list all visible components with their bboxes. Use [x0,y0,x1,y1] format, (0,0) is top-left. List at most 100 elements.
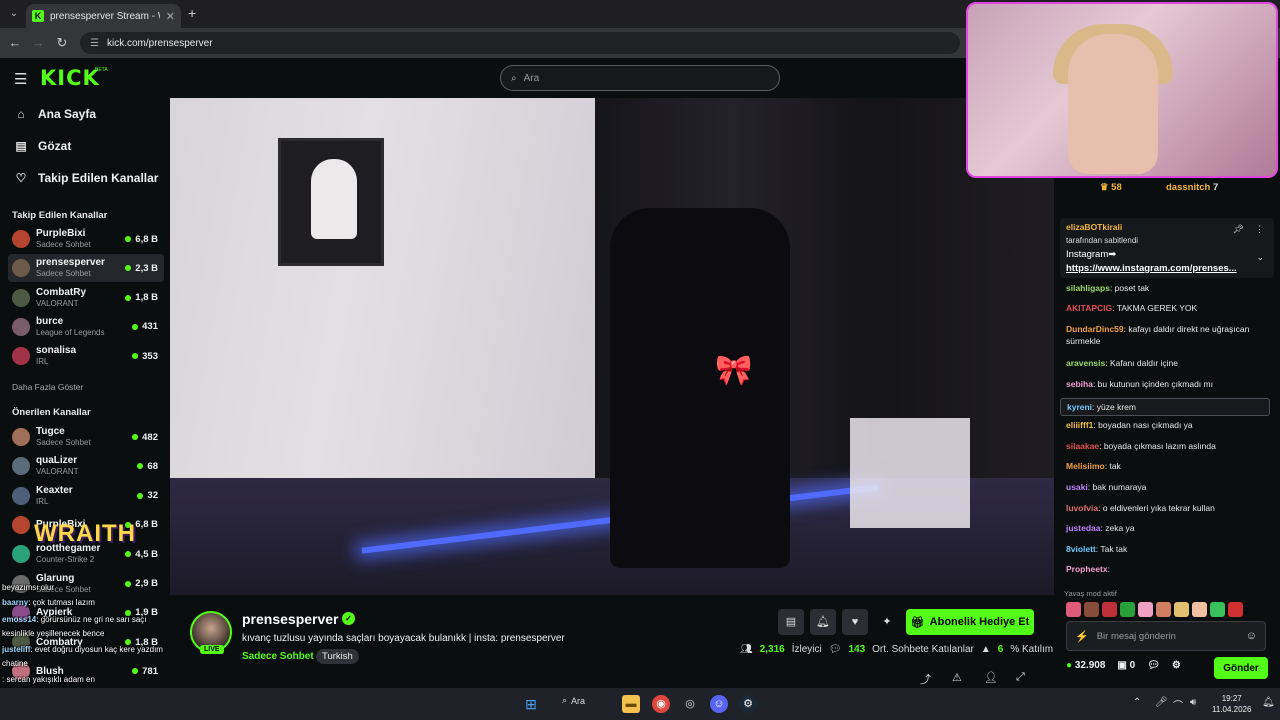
back-icon[interactable]: ← [7,35,23,50]
more-options-icon[interactable]: ⋮ [1255,224,1264,235]
sidebar-channel-item[interactable]: sonalisa IRL 353 [8,342,164,370]
theater-mode-icon[interactable]: ⤢ [1016,671,1025,684]
emote-icon[interactable] [1102,602,1117,617]
menu-icon[interactable]: ☰ [14,70,27,88]
emote-icon[interactable] [1138,602,1153,617]
chat-message-input[interactable]: ⚡ Bir mesaj gönderin ☺ [1066,621,1266,651]
overlay-text: : evet doğru diyosun kaç kere yazdım [30,645,163,654]
beta-badge: BETA [95,67,108,73]
emote-icon[interactable] [1228,602,1243,617]
windows-start-icon[interactable]: ⊞ [522,695,540,713]
tray-chevron-icon[interactable]: ⌃ [1133,697,1141,708]
notification-bell-icon[interactable]: 🔔︎ [1262,697,1275,708]
language-tag[interactable]: Turkish [316,649,359,664]
emote-icon[interactable] [1120,602,1135,617]
sidebar-channel-item[interactable]: CombatRy VALORANT 1,8 B [8,284,164,312]
chat-username[interactable]: sebiha [1066,379,1093,389]
chat-username[interactable]: eliiifff1 [1066,420,1093,430]
gift-counter[interactable]: ▣ 0 [1117,660,1135,671]
settings-icon[interactable]: ⚙ [1172,660,1181,671]
chat-message: silahligaps: poset tak [1066,282,1274,294]
report-icon[interactable]: ⚠ [952,671,962,684]
steam-icon[interactable]: ⚙ [739,695,757,713]
chat-username[interactable]: usaki [1066,482,1088,492]
sparkle-button[interactable]: ✦ [874,609,900,635]
emote-icon[interactable] [1210,602,1225,617]
emote-icon[interactable] [1084,602,1099,617]
chat-username[interactable]: Melisiimo [1066,461,1105,471]
gifter-count: 58 [1111,182,1122,193]
channel-avatar [12,545,30,564]
sidebar-channel-item[interactable]: burce League of Legends 431 [8,313,164,341]
channel-viewers: 68 [137,461,158,472]
chat-username[interactable]: kyreni [1067,402,1092,412]
top-gifter-2[interactable]: dassnitch 7 [1166,182,1218,193]
emote-icon[interactable] [1066,602,1081,617]
chat-username[interactable]: aravensis [1066,358,1105,368]
pin-icon[interactable]: 📌︎ [1233,224,1244,235]
new-tab-icon[interactable]: + [188,5,196,21]
kick-logo[interactable]: KICK [40,66,100,90]
clip-button[interactable]: ▤ [778,609,804,635]
nav-following[interactable]: ♡ Takip Edilen Kanallar [14,171,159,185]
slow-mode-notice: Yavaş mod aktif [1064,589,1117,598]
video-player[interactable]: 🎀 [170,98,1054,595]
nav-browse[interactable]: ▤ Gözat [14,139,71,153]
browser-tab[interactable]: K prensesperver Stream - Wa ✕ [26,4,181,28]
file-explorer-icon[interactable]: ▬ [622,695,640,713]
chat-username[interactable]: luvofvia [1066,503,1098,513]
send-button[interactable]: Gönder [1214,657,1268,679]
reload-icon[interactable]: ↻ [54,35,70,51]
app-icon[interactable]: ◎ [681,695,699,713]
chat-username[interactable]: 8violett [1066,544,1096,554]
discord-icon[interactable]: ☺ [710,695,728,713]
forward-icon[interactable]: → [30,35,46,50]
emote-icon[interactable] [1174,602,1189,617]
follow-button[interactable]: ♥ [842,609,868,635]
gift-subscription-button[interactable]: 🎁︎ Abonelik Hediye Et [906,609,1034,635]
user-icon[interactable]: 👤︎ [984,671,998,684]
sidebar-channel-item[interactable]: quaLizer VALORANT 68 [8,452,164,480]
volume-icon[interactable]: 🔊︎ [1190,697,1196,708]
show-more-link[interactable]: Daha Fazla Göster [12,382,83,392]
chat-bubble-icon[interactable]: 💬︎ [1147,660,1160,671]
chrome-icon[interactable]: ◉ [652,695,670,713]
tab-search-icon[interactable]: ⌄ [6,6,22,22]
chat-username[interactable]: DundarDinc59 [1066,324,1124,334]
chat-username[interactable]: silaakae [1066,441,1099,451]
emoji-icon[interactable]: ☺ [1246,630,1257,642]
sidebar-channel-item[interactable]: PurpleBixi Sadece Sohbet 6,8 B [8,225,164,253]
tab-close-icon[interactable]: ✕ [166,10,175,23]
channel-text: burce League of Legends [36,316,132,338]
chat-message: 8violett: Tak tak [1066,543,1274,555]
points-display[interactable]: ● 32.908 [1066,660,1105,671]
sidebar-channel-item[interactable]: Keaxter IRL 32 [8,482,164,510]
emote-icon[interactable] [1156,602,1171,617]
taskbar-clock[interactable]: 19:27 11.04.2026 [1212,693,1251,715]
streamer-name[interactable]: prensesperver [242,611,339,627]
microphone-icon[interactable]: 🎤︎ [1155,697,1168,708]
taskbar-search[interactable]: ⌕ Ara [562,695,585,706]
stream-category-link[interactable]: Sadece Sohbet [242,651,314,662]
pinned-link[interactable]: https://www.instagram.com/prenses... [1066,263,1237,274]
pinned-message[interactable]: elizaBOTkirali tarafından sabitlendi Ins… [1060,218,1274,278]
chat-username[interactable]: Propheetx [1066,564,1108,574]
chat-username[interactable]: justedaa [1066,523,1101,533]
search-input[interactable]: ⌕ Ara [500,65,780,91]
nav-home[interactable]: ⌂ Ana Sayfa [14,107,96,121]
overlay-text: : görürsünüz ne gri ne sarı saçı [36,615,147,624]
overlay-text: : çok tutması lazım [28,598,95,607]
chevron-down-icon[interactable]: ⌄ [1256,252,1264,263]
pinned-user[interactable]: elizaBOTkirali [1066,222,1122,232]
chat-username[interactable]: silahligaps [1066,283,1110,293]
site-info-icon[interactable]: ☰ [90,38,99,49]
sidebar-channel-item[interactable]: prensesperver Sadece Sohbet 2,3 B [8,254,164,283]
notification-button[interactable]: 🔔︎ [810,609,836,635]
sidebar-channel-item[interactable]: Tugce Sadece Sohbet 482 [8,423,164,451]
network-icon[interactable]: ⌒ [1173,697,1183,712]
chat-username[interactable]: AKITAPCIG [1066,303,1112,313]
share-icon[interactable]: ⤴ [920,671,931,687]
emote-icon[interactable] [1192,602,1207,617]
top-gifter-1[interactable]: ♛ 58 [1100,182,1122,193]
address-bar[interactable]: ☰ kick.com/prensesperver [80,32,960,54]
